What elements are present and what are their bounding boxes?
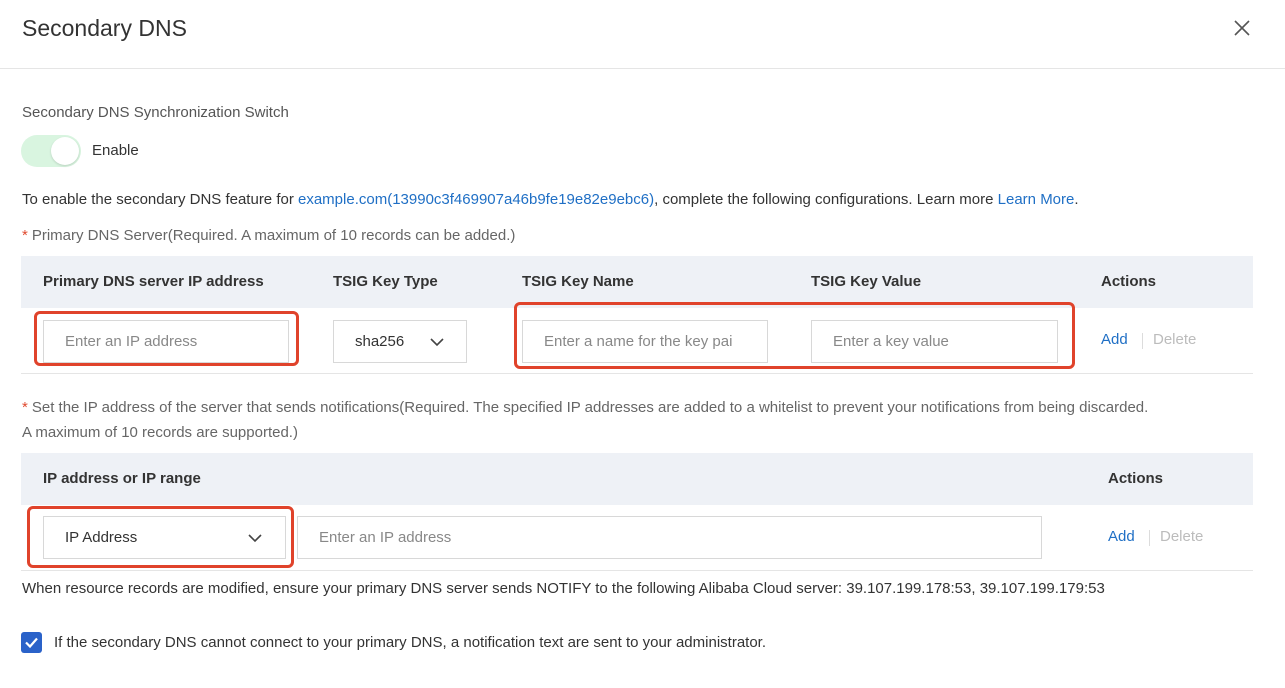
col-actions: Actions: [1101, 273, 1157, 290]
row-divider: [21, 373, 1253, 374]
intro-text: To enable the secondary DNS feature for …: [22, 191, 1079, 208]
notify-add-link[interactable]: Add: [1108, 528, 1135, 545]
primary-table-header: Primary DNS server IP address TSIG Key T…: [21, 256, 1253, 308]
primary-server-label: * Primary DNS Server(Required. A maximum …: [22, 227, 515, 244]
required-mark: *: [22, 399, 28, 416]
domain-link[interactable]: example.com(13990c3f469907a46b9fe19e82e9…: [298, 191, 654, 208]
sync-toggle-state: Enable: [92, 142, 139, 159]
admin-notification-label: If the secondary DNS cannot connect to y…: [54, 634, 767, 651]
primary-server-label-text: Primary DNS Server(Required. A maximum o…: [31, 227, 516, 244]
highlight-tsig-box: [514, 302, 1075, 369]
col-ip-range: IP address or IP range: [43, 470, 201, 487]
notify-ip-input[interactable]: Enter an IP address: [297, 516, 1042, 559]
sync-toggle[interactable]: [21, 135, 81, 167]
notify-delete-link[interactable]: Delete: [1160, 528, 1203, 545]
col-tsig-name: TSIG Key Name: [522, 273, 634, 290]
action-divider: [1142, 333, 1143, 349]
primary-add-link[interactable]: Add: [1101, 331, 1128, 348]
notify-table-header: IP address or IP range Actions: [21, 453, 1253, 505]
notify-server-label-line2: A maximum of 10 records are supported.): [22, 424, 298, 441]
chevron-down-icon: [430, 338, 444, 347]
row-divider: [21, 570, 1253, 571]
admin-notification-checkbox[interactable]: [21, 632, 42, 653]
close-icon[interactable]: [1230, 16, 1254, 40]
tsig-key-type-value: sha256: [355, 333, 405, 350]
col-actions: Actions: [1108, 470, 1164, 487]
col-tsig-type: TSIG Key Type: [333, 273, 438, 290]
col-primary-ip: Primary DNS server IP address: [43, 273, 264, 290]
primary-delete-link[interactable]: Delete: [1153, 331, 1196, 348]
dialog-title: Secondary DNS: [22, 15, 187, 41]
col-tsig-value: TSIG Key Value: [811, 273, 922, 290]
highlight-ip-box: [34, 311, 299, 366]
check-icon: [25, 637, 38, 649]
dialog-header: Secondary DNS: [0, 0, 1285, 69]
intro-suffix: .: [1074, 191, 1079, 208]
required-mark: *: [22, 227, 28, 244]
intro-prefix: To enable the secondary DNS feature for: [22, 191, 298, 208]
intro-middle: , complete the following configurations.…: [654, 191, 998, 208]
action-divider: [1149, 530, 1150, 546]
notify-server-label: * Set the IP address of the server that s…: [22, 399, 1148, 416]
highlight-ip-type-box: [27, 506, 294, 568]
notify-server-label-line1: Set the IP address of the server that se…: [31, 399, 1149, 416]
tsig-key-type-select[interactable]: sha256: [333, 320, 467, 363]
notify-note: When resource records are modified, ensu…: [22, 580, 1105, 597]
toggle-knob: [51, 137, 79, 165]
sync-switch-label: Secondary DNS Synchronization Switch: [22, 104, 289, 121]
learn-more-link[interactable]: Learn More: [998, 191, 1075, 208]
